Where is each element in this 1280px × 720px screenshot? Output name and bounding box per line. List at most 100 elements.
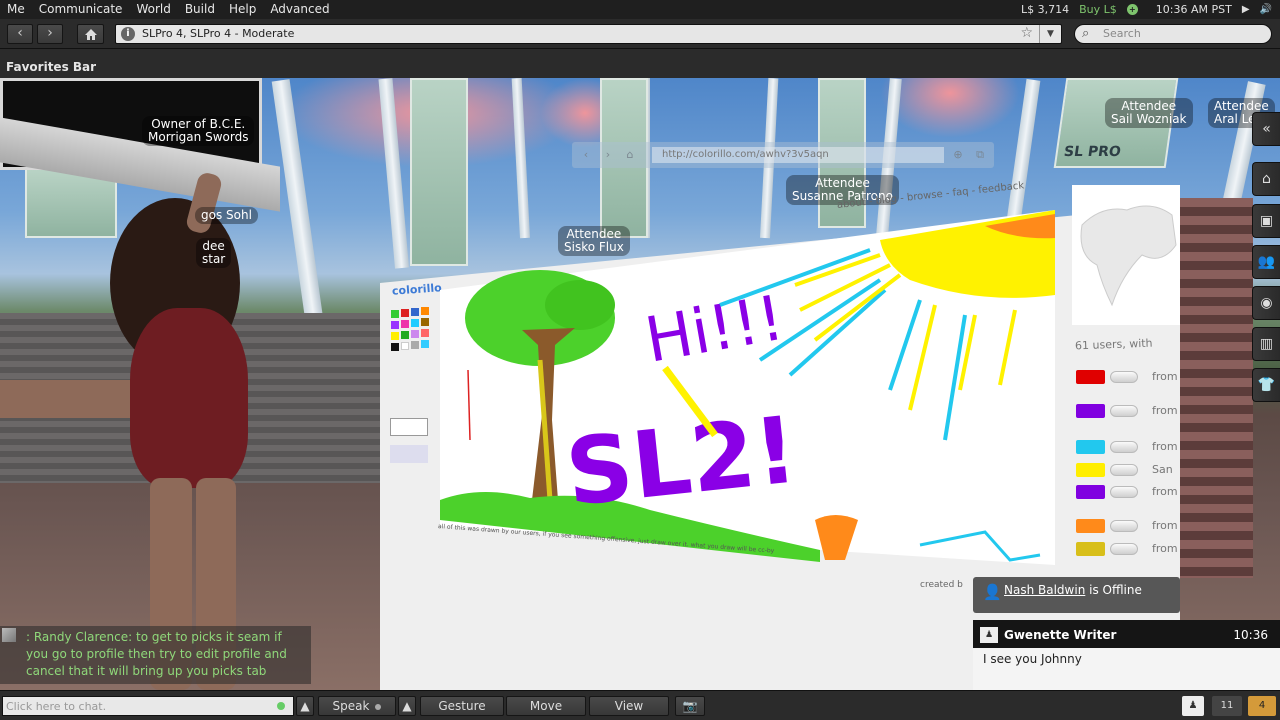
swatch[interactable]	[391, 321, 399, 329]
user-name: from	[1152, 519, 1178, 532]
sidebar-home-button[interactable]: ⌂	[1252, 162, 1280, 196]
move-button[interactable]: Move	[506, 696, 586, 716]
menu-me[interactable]: Me	[0, 0, 32, 19]
banner-text: SL PRO	[1062, 144, 1122, 160]
user-toggle[interactable]	[1110, 464, 1138, 476]
swatch[interactable]	[401, 309, 409, 317]
user-toggle[interactable]	[1110, 405, 1138, 417]
swatch[interactable]	[421, 340, 429, 348]
user-toggle[interactable]	[1110, 520, 1138, 532]
menu-advanced[interactable]: Advanced	[263, 0, 336, 19]
menu-help[interactable]: Help	[222, 0, 263, 19]
health-icon: +	[1126, 4, 1138, 15]
menu-build[interactable]: Build	[178, 0, 222, 19]
back-button[interactable]: ‹	[7, 24, 33, 44]
sidebar-places-button[interactable]: ◉	[1252, 286, 1280, 320]
swatch[interactable]	[411, 319, 419, 327]
camera-icon: 📷	[682, 699, 698, 713]
im-well-avatar-icon[interactable]: ♟	[1182, 696, 1204, 716]
buy-currency-link[interactable]: Buy L$	[1079, 3, 1117, 16]
swatch[interactable]	[411, 330, 419, 338]
chevron-right-icon[interactable]: ›	[600, 147, 616, 163]
user-row[interactable]: from	[1076, 542, 1180, 558]
home-button[interactable]	[77, 24, 104, 44]
star-icon[interactable]: ☆	[1020, 25, 1033, 41]
location-bar[interactable]: i SLPro 4, SLPro 4 - Moderate ☆ ▼	[115, 24, 1062, 44]
chevron-left-icon[interactable]: ‹	[578, 147, 594, 163]
swatch[interactable]	[401, 342, 409, 350]
user-toggle[interactable]	[1110, 486, 1138, 498]
swatch[interactable]	[401, 320, 409, 328]
balance-display[interactable]: L$ 3,714	[1021, 3, 1069, 16]
speak-button[interactable]: Speak	[318, 696, 396, 716]
sidebar-appearance-button[interactable]: 👕	[1252, 368, 1280, 402]
offline-notification[interactable]: 👤 Nash Baldwin is Offline	[973, 577, 1180, 613]
ray-yellow	[998, 309, 1017, 386]
user-row[interactable]: from	[1076, 370, 1180, 386]
play-media-icon[interactable]: ▶	[1242, 4, 1250, 15]
popout-icon[interactable]: ⧉	[972, 147, 988, 163]
notification-user-link[interactable]: Nash Baldwin	[1004, 583, 1085, 597]
swatch[interactable]	[391, 343, 399, 351]
swatch[interactable]	[411, 341, 419, 349]
user-color-swatch	[1076, 463, 1105, 477]
right-steps	[1178, 198, 1253, 578]
user-row[interactable]: from	[1076, 440, 1180, 456]
user-row[interactable]: from	[1076, 404, 1180, 420]
nametag: gos Sohl	[195, 207, 258, 224]
user-toggle[interactable]	[1110, 441, 1138, 453]
user-row[interactable]: San	[1076, 463, 1180, 479]
start-new-picture-button[interactable]	[390, 418, 428, 436]
user-name: San	[1152, 463, 1173, 476]
swatch[interactable]	[421, 307, 429, 315]
user-toggle[interactable]	[1110, 543, 1138, 555]
user-name: from	[1152, 485, 1178, 498]
home-icon: ⌂	[1262, 171, 1271, 187]
im-well-button[interactable]: 11	[1212, 696, 1242, 716]
chat-input[interactable]: Click here to chat.	[2, 696, 294, 716]
chevron-down-icon[interactable]: ▼	[1039, 25, 1061, 43]
info-icon[interactable]: i	[121, 27, 135, 41]
search-input[interactable]: ⌕ Search	[1074, 24, 1272, 44]
snapshot-button[interactable]: 📷	[675, 696, 705, 716]
menu-bar: Me Communicate World Build Help Advanced…	[0, 0, 1280, 19]
gesture-button[interactable]: Gesture	[420, 696, 504, 716]
sidebar-inventory-button[interactable]: ▥	[1252, 327, 1280, 361]
profile-card-icon: ▣	[1259, 213, 1274, 229]
color-palette[interactable]	[388, 300, 430, 470]
media-url-bar[interactable]: ‹ › ⌂ http://colorillo.com/awhv?3v5aqn ⊕…	[572, 142, 994, 168]
forward-button[interactable]: ›	[37, 24, 63, 44]
gallery-button[interactable]	[390, 445, 428, 463]
swatch[interactable]	[421, 329, 429, 337]
user-row[interactable]: from	[1076, 519, 1180, 535]
speak-label: Speak	[332, 699, 370, 713]
user-color-swatch	[1076, 542, 1105, 556]
menu-communicate[interactable]: Communicate	[32, 0, 130, 19]
favorites-bar-label[interactable]: Favorites Bar	[6, 60, 96, 74]
user-row[interactable]: from	[1076, 485, 1180, 501]
sidebar-profile-button[interactable]: ▣	[1252, 204, 1280, 238]
im-sender[interactable]: Gwenette Writer	[1004, 628, 1116, 642]
speak-options-button[interactable]: ▲	[398, 696, 416, 716]
zoom-icon[interactable]: ⊕	[950, 147, 966, 163]
view-label: View	[614, 699, 644, 713]
avatar-dress[interactable]	[130, 308, 248, 488]
home-icon[interactable]: ⌂	[622, 147, 638, 163]
im-toast[interactable]: ♟ Gwenette Writer 10:36 I see you Johnny	[973, 620, 1280, 690]
sidebar-collapse-button[interactable]: «	[1252, 112, 1280, 146]
user-toggle[interactable]	[1110, 371, 1138, 383]
swatch[interactable]	[421, 318, 429, 326]
swatch[interactable]	[411, 308, 419, 316]
volume-icon[interactable]: 🔊	[1260, 4, 1272, 15]
swatch[interactable]	[391, 332, 399, 340]
view-button[interactable]: View	[589, 696, 669, 716]
notification-well-button[interactable]: 4	[1248, 696, 1276, 716]
swatch[interactable]	[401, 331, 409, 339]
media-url-field[interactable]: http://colorillo.com/awhv?3v5aqn	[652, 147, 944, 163]
swatch[interactable]	[391, 310, 399, 318]
sidebar-people-button[interactable]: 👥	[1252, 245, 1280, 279]
nametag: Attendee Sail Wozniak	[1105, 98, 1193, 128]
headline-drawing: SL2!	[561, 396, 802, 527]
chat-history-button[interactable]: ▲	[296, 696, 314, 716]
menu-world[interactable]: World	[129, 0, 177, 19]
